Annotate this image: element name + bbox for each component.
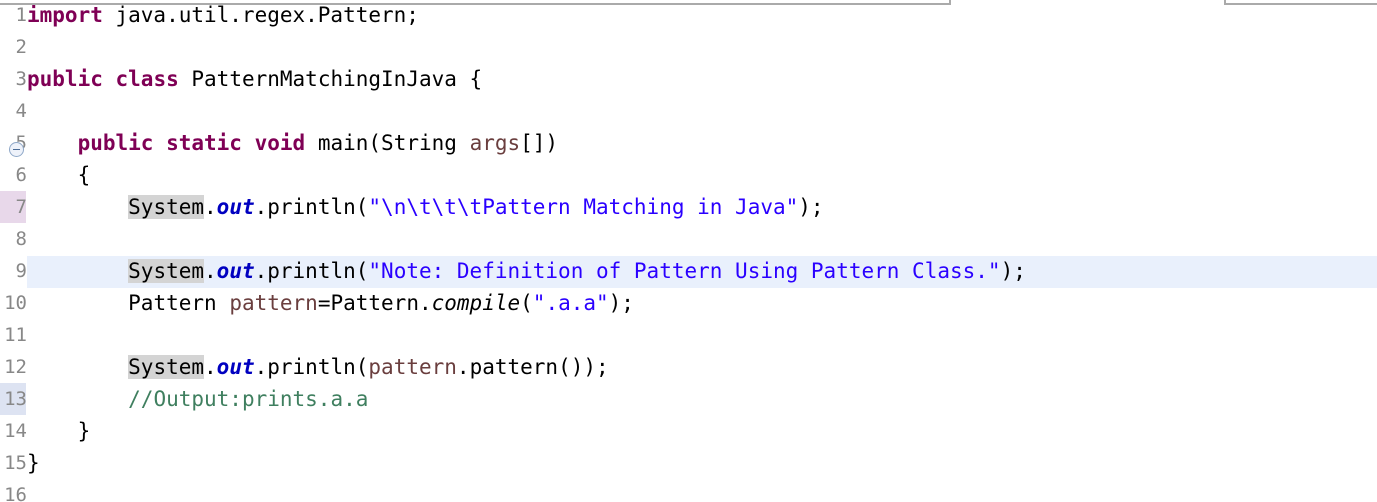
token-system-occurrence: System [128, 355, 205, 379]
token-keyword-public: public [77, 131, 154, 155]
token-dot: . [204, 259, 217, 283]
token-call-close: ); [798, 195, 824, 219]
line-number: 9 [15, 260, 27, 282]
collapse-fold-icon[interactable] [9, 142, 24, 157]
line-number: 16 [4, 484, 27, 502]
token-close-brace: } [77, 419, 91, 443]
code-text-area[interactable]: import java.util.regex.Pattern; public c… [27, 5, 1377, 502]
line-number: 7 [0, 191, 27, 223]
code-line-5: public static void main(String args[]) [27, 127, 1377, 159]
token-field-out: out [216, 195, 255, 219]
token-method-compile: compile [431, 291, 521, 315]
line-number: 14 [4, 420, 27, 442]
line-number: 1 [15, 5, 27, 26]
code-line-15: } [27, 447, 1377, 479]
token-field-out: out [216, 259, 255, 283]
editor-body[interactable]: 1 2 3 4 5 6 7 8 9 10 11 12 13 14 15 16 i… [0, 5, 1377, 502]
line-number: 10 [4, 292, 27, 314]
token-class-name: PatternMatchingInJava { [191, 67, 483, 91]
token-dot: . [204, 355, 217, 379]
line-number: 8 [15, 228, 27, 250]
token-parameter-args: args [469, 131, 521, 155]
token-variable-pattern: pattern [368, 355, 457, 379]
token-paren-open: ( [520, 291, 533, 315]
token-assign-pattern: =Pattern. [317, 291, 432, 315]
token-variable-pattern: pattern [229, 291, 318, 315]
code-line-12: System.out.println(pattern.pattern()); [27, 351, 1377, 383]
line-number: 11 [4, 324, 27, 346]
token-main-signature: main(String [317, 131, 470, 155]
token-import-package: java.util.regex.Pattern; [102, 5, 419, 27]
token-string-regex: ".a.a" [532, 291, 609, 315]
token-call-close: ); [608, 291, 634, 315]
token-string-banner: "\n\t\t\tPattern Matching in Java" [368, 195, 799, 219]
line-number: 4 [15, 100, 27, 122]
code-line-13: //Output:prints.a.a [27, 383, 1377, 415]
token-type-pattern: Pattern [128, 291, 230, 315]
line-number: 2 [15, 36, 27, 58]
token-keyword-void: void [254, 131, 306, 155]
code-editor-window: 1 2 3 4 5 6 7 8 9 10 11 12 13 14 15 16 i… [0, 0, 1377, 502]
line-number-gutter[interactable]: 1 2 3 4 5 6 7 8 9 10 11 12 13 14 15 16 [0, 5, 27, 502]
token-keyword-import: import [27, 5, 103, 27]
code-line-1: import java.util.regex.Pattern; [27, 5, 1377, 31]
token-println: .println( [254, 259, 369, 283]
token-main-signature-end: []) [520, 131, 559, 155]
token-call-close: ); [1000, 259, 1026, 283]
code-line-6: { [27, 159, 1377, 191]
token-println: .println( [254, 195, 369, 219]
line-number: 15 [4, 452, 27, 474]
code-line-10: Pattern pattern=Pattern.compile(".a.a"); [27, 287, 1377, 319]
line-number: 12 [4, 356, 27, 378]
token-pattern-call: .pattern()); [456, 355, 609, 379]
token-comment-output: //Output:prints.a.a [128, 387, 369, 411]
token-open-brace: { [77, 163, 91, 187]
code-line-14: } [27, 415, 1377, 447]
line-number: 3 [15, 68, 27, 90]
token-string-note: "Note: Definition of Pattern Using Patte… [368, 259, 1001, 283]
token-system-occurrence: System [128, 195, 205, 219]
token-close-brace: } [27, 451, 40, 475]
token-keyword-public: public [27, 67, 103, 91]
token-field-out: out [216, 355, 255, 379]
token-dot: . [204, 195, 217, 219]
token-system-occurrence: System [128, 259, 205, 283]
token-println: .println( [254, 355, 369, 379]
line-number: 13 [0, 383, 27, 415]
line-number: 6 [15, 164, 27, 186]
code-line-7: System.out.println("\n\t\t\tPattern Matc… [27, 191, 1377, 223]
code-line-3: public class PatternMatchingInJava { [27, 63, 1377, 95]
code-line-9: System.out.println("Note: Definition of … [27, 255, 1377, 287]
token-keyword-static: static [166, 131, 242, 155]
token-keyword-class: class [115, 67, 179, 91]
